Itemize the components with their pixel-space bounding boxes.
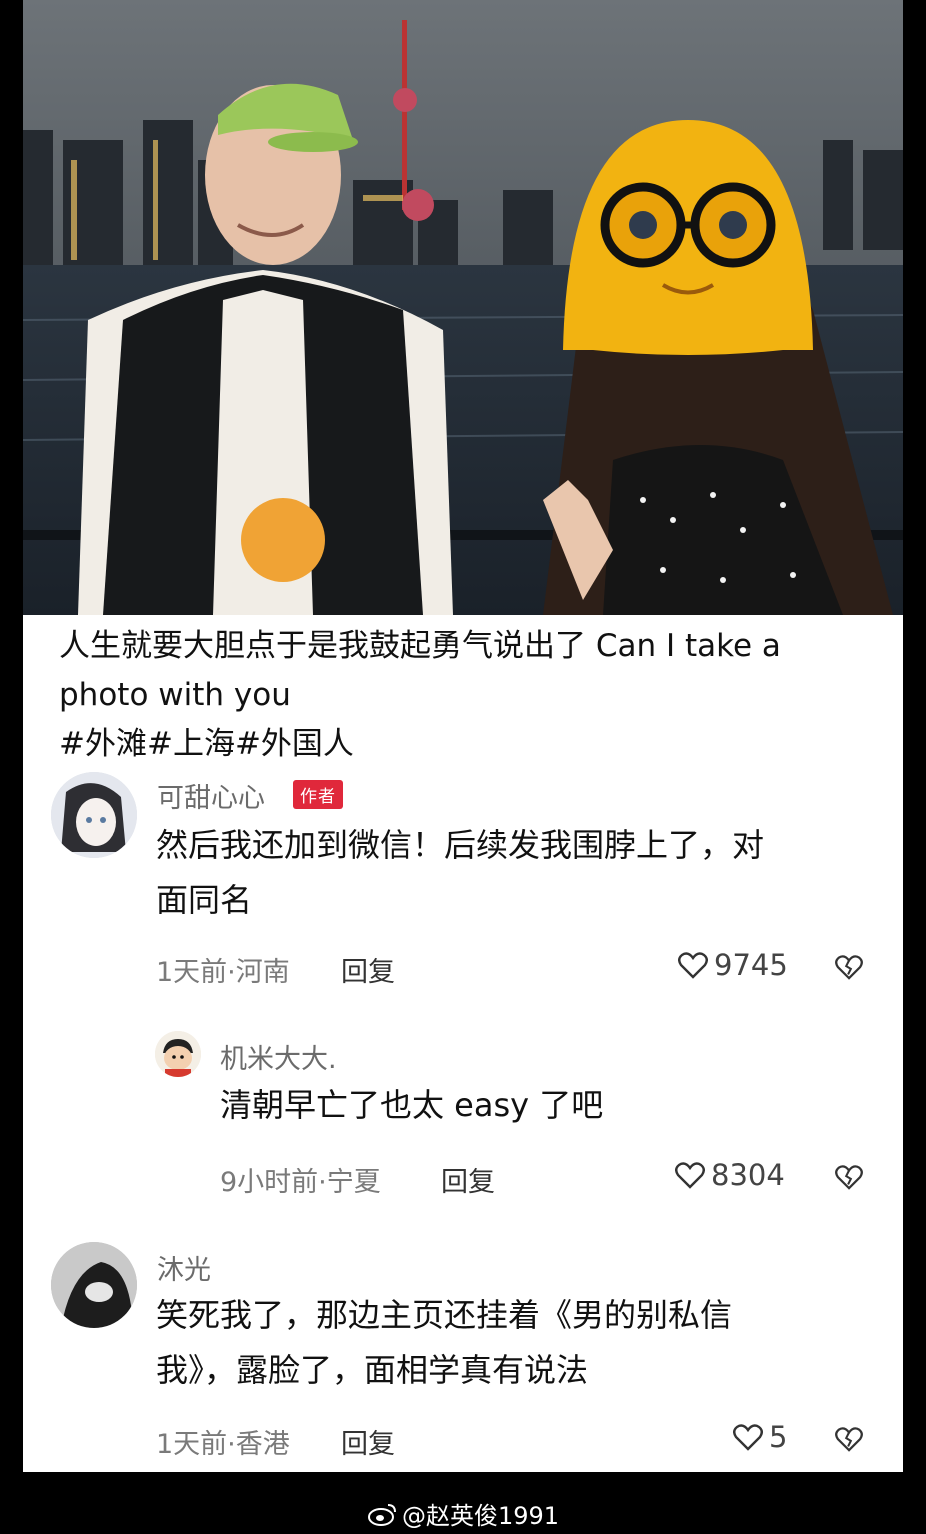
comment-meta: 1天前·香港 [156, 1429, 290, 1460]
like-button[interactable]: 5 [733, 1420, 787, 1454]
comment-text: 笑死我了，那边主页还挂着《男的别私信 我》，露脸了，面相学真有说法 [156, 1288, 876, 1398]
caption-line-1: 人生就要大胆点于是我鼓起勇气说出了 Can I take a [59, 628, 781, 664]
like-count: 8304 [711, 1158, 785, 1192]
comment-text-line: 笑死我了，那边主页还挂着《男的别私信 [156, 1296, 733, 1334]
like-count: 5 [769, 1420, 788, 1454]
like-button[interactable]: 9745 [678, 948, 788, 982]
watermark-text: @赵英俊1991 [402, 1502, 560, 1530]
avatar[interactable] [51, 1242, 137, 1328]
author-badge: 作者 [293, 780, 343, 809]
heart-outline-icon [733, 1424, 763, 1451]
comment-text-line: 面同名 [156, 881, 253, 919]
comment-author[interactable]: 可甜心心 [157, 776, 265, 815]
weibo-icon [368, 1503, 396, 1526]
like-button[interactable]: 8304 [675, 1158, 785, 1192]
reply-button[interactable]: 回复 [341, 950, 395, 989]
comment-author[interactable]: 沐光 [157, 1248, 211, 1287]
comment-text-line: 清朝早亡了也太 easy 了吧 [220, 1086, 604, 1124]
comment-author[interactable]: 机米大大. [220, 1037, 337, 1076]
comment-text: 然后我还加到微信！后续发我围脖上了，对 面同名 [156, 818, 876, 928]
reply-button[interactable]: 回复 [441, 1160, 495, 1199]
watermark: @赵英俊1991 [368, 1496, 559, 1531]
like-count: 9745 [714, 948, 788, 982]
comment-meta: 9小时前·宁夏 [220, 1167, 381, 1198]
heart-outline-icon [678, 952, 708, 979]
post-caption: 人生就要大胆点于是我鼓起勇气说出了 Can I take a photo wit… [59, 622, 879, 769]
hashtags[interactable]: #外滩#上海#外国人 [59, 720, 879, 769]
broken-heart-icon[interactable] [835, 954, 863, 980]
broken-heart-icon[interactable] [835, 1426, 863, 1452]
comment-meta: 1天前·河南 [156, 957, 290, 988]
reply-button[interactable]: 回复 [341, 1422, 395, 1461]
comment-text: 清朝早亡了也太 easy 了吧 [220, 1078, 860, 1133]
post-photo[interactable] [23, 0, 903, 615]
comment-text-line: 然后我还加到微信！后续发我围脖上了，对 [156, 826, 765, 864]
caption-line-2: photo with you [59, 677, 291, 713]
comment-text-line: 我》，露脸了，面相学真有说法 [156, 1351, 589, 1389]
avatar[interactable] [155, 1031, 201, 1077]
avatar[interactable] [51, 772, 137, 858]
post-card: 人生就要大胆点于是我鼓起勇气说出了 Can I take a photo wit… [23, 0, 903, 1472]
broken-heart-icon[interactable] [835, 1164, 863, 1190]
heart-outline-icon [675, 1162, 705, 1189]
